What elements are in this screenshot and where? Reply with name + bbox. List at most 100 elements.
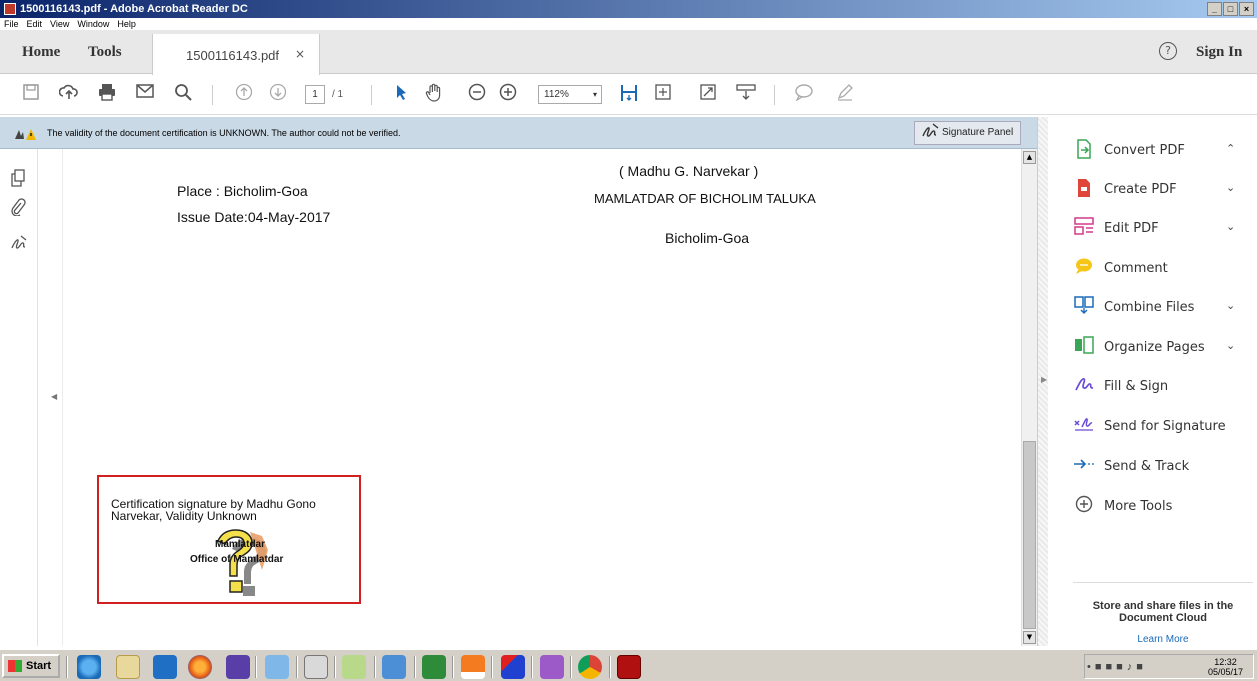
tool-comment[interactable]: Comment — [1073, 257, 1253, 281]
upload-cloud-icon[interactable] — [58, 83, 80, 105]
tool-send-for-signature[interactable]: Send for Signature — [1073, 415, 1253, 439]
combine-files-icon — [1073, 296, 1095, 318]
menu-window[interactable]: Window — [77, 19, 109, 29]
fit-width-icon[interactable] — [652, 83, 674, 105]
help-icon[interactable]: ? — [1159, 42, 1177, 60]
close-window-button[interactable]: × — [1239, 2, 1254, 16]
collapse-right-pane-icon[interactable]: ▶ — [1041, 375, 1047, 384]
sign-in-link[interactable]: Sign In — [1196, 44, 1242, 61]
tool-label: Convert PDF — [1104, 143, 1185, 158]
save-icon[interactable] — [20, 83, 42, 105]
convert-pdf-icon — [1073, 139, 1095, 161]
tray-icons[interactable]: •■■■♪■ — [1087, 661, 1147, 673]
internet-explorer-icon[interactable] — [77, 655, 101, 679]
firefox-icon[interactable] — [188, 655, 212, 679]
chrome-icon[interactable] — [578, 655, 602, 679]
tab-tools[interactable]: Tools — [88, 44, 122, 61]
more-tools-icon — [1073, 495, 1095, 517]
toolbar-divider — [774, 85, 775, 105]
clock[interactable]: 12:32 05/05/17 — [1208, 657, 1243, 677]
comment-icon[interactable] — [793, 83, 815, 105]
search-icon[interactable] — [172, 83, 194, 105]
signer-name: ( Madhu G. Narvekar ) — [619, 163, 759, 179]
print-icon[interactable] — [96, 83, 118, 105]
signatures-icon[interactable] — [10, 234, 28, 256]
tool-organize-pages[interactable]: Organize Pages ⌄ — [1073, 336, 1253, 360]
menu-file[interactable]: File — [4, 19, 19, 29]
chevron-down-icon[interactable]: ⌄ — [1226, 220, 1235, 233]
signature-line-3: Mamlatdar — [215, 539, 266, 550]
highlight-pen-icon[interactable] — [834, 83, 856, 105]
chevron-down-icon[interactable]: ⌄ — [1226, 181, 1235, 194]
tool-fill-sign[interactable]: Fill & Sign — [1073, 375, 1253, 399]
page-number-input[interactable]: 1 — [305, 85, 325, 104]
document-page: ( Madhu G. Narvekar ) MAMLATDAR OF BICHO… — [62, 149, 1019, 646]
tool-more-tools[interactable]: More Tools — [1073, 495, 1253, 519]
zoom-level-select[interactable]: 112% ▾ — [538, 85, 602, 104]
start-button[interactable]: Start — [2, 654, 60, 678]
full-screen-icon[interactable] — [697, 83, 719, 105]
fit-page-icon[interactable] — [618, 83, 640, 105]
menu-view[interactable]: View — [50, 19, 69, 29]
tool-create-pdf[interactable]: Create PDF ⌄ — [1073, 178, 1253, 202]
close-tab-icon[interactable]: × — [295, 47, 305, 61]
tool-send-track[interactable]: Send & Track — [1073, 455, 1253, 479]
signature-warning-icon — [14, 127, 36, 145]
terminal-app-icon[interactable] — [304, 655, 328, 679]
learn-more-link[interactable]: Learn More — [1073, 634, 1253, 645]
chevron-down-icon[interactable]: ⌄ — [1226, 299, 1235, 312]
tool-label: Edit PDF — [1104, 221, 1159, 236]
previous-page-icon[interactable] — [233, 83, 255, 105]
tool-combine-files[interactable]: Combine Files ⌄ — [1073, 296, 1253, 320]
menu-help[interactable]: Help — [117, 19, 136, 29]
tab-home[interactable]: Home — [22, 44, 60, 61]
infinity-app-icon[interactable] — [226, 655, 250, 679]
tool-label: Send for Signature — [1104, 419, 1226, 434]
vlc-icon[interactable] — [461, 655, 485, 679]
taskbar: Start •■■■♪■ 12:32 05/05/17 — [0, 648, 1257, 681]
select-cursor-icon[interactable] — [390, 83, 412, 105]
notes-app-icon[interactable] — [382, 655, 406, 679]
page-thumbnails-icon[interactable] — [10, 169, 26, 191]
editor-app-icon[interactable] — [342, 655, 366, 679]
zoom-in-icon[interactable] — [497, 83, 519, 105]
email-icon[interactable] — [134, 83, 156, 105]
acrobat-taskbar-icon[interactable] — [617, 655, 641, 679]
scroll-up-button[interactable]: ▲ — [1023, 151, 1036, 164]
file-explorer-icon[interactable] — [116, 655, 140, 679]
taskbar-divider — [491, 656, 493, 678]
scroll-down-button[interactable]: ▼ — [1023, 631, 1036, 644]
chevron-down-icon[interactable]: ⌄ — [1226, 339, 1235, 352]
signature-panel-label: Signature Panel — [942, 127, 1014, 138]
chevron-up-icon[interactable]: ⌃ — [1226, 142, 1235, 155]
menu-edit[interactable]: Edit — [27, 19, 43, 29]
outlook-icon[interactable] — [153, 655, 177, 679]
vertical-scrollbar[interactable]: ▲ ▼ — [1021, 149, 1037, 646]
minimize-button[interactable]: _ — [1207, 2, 1222, 16]
maximize-button[interactable]: □ — [1223, 2, 1238, 16]
taskbar-divider — [66, 656, 68, 678]
tool-convert-pdf[interactable]: Convert PDF ⌃ — [1073, 139, 1253, 163]
media-app-icon[interactable] — [540, 655, 564, 679]
excel-icon[interactable] — [422, 655, 446, 679]
tool-edit-pdf[interactable]: Edit PDF ⌄ — [1073, 217, 1253, 241]
signature-line-4: Office of Mamlatdar — [190, 554, 284, 565]
paint-app-icon[interactable] — [501, 655, 525, 679]
window-titlebar: 1500116143.pdf - Adobe Acrobat Reader DC… — [0, 0, 1257, 18]
zoom-out-icon[interactable] — [466, 83, 488, 105]
tab-document[interactable]: 1500116143.pdf × — [152, 34, 320, 75]
taskbar-divider — [414, 656, 416, 678]
signature-panel-button[interactable]: Signature Panel — [914, 121, 1021, 145]
collapse-left-pane-icon[interactable]: ◀ — [51, 392, 57, 401]
hand-tool-icon[interactable] — [423, 83, 445, 105]
page-total: / 1 — [332, 89, 344, 100]
attachments-icon[interactable] — [10, 198, 26, 220]
certification-signature-field[interactable]: Certification signature by Madhu Gono Na… — [97, 475, 361, 604]
signature-pen-icon — [921, 122, 941, 146]
certification-notice-bar: The validity of the document certificati… — [0, 117, 1037, 149]
network-tool-icon[interactable] — [265, 655, 289, 679]
next-page-icon[interactable] — [267, 83, 289, 105]
tool-label: Send & Track — [1104, 459, 1190, 474]
scroll-thumb[interactable] — [1023, 441, 1036, 629]
read-mode-icon[interactable] — [735, 83, 757, 105]
